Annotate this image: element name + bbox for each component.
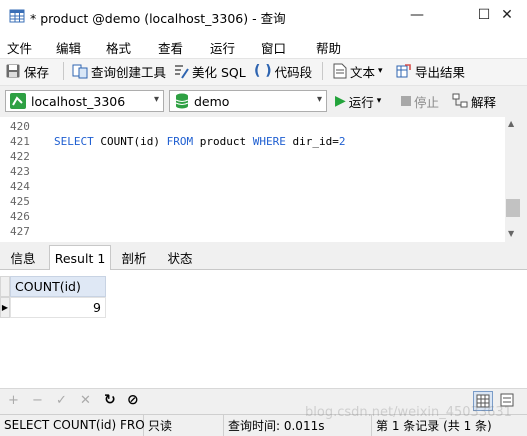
grid-view-icon [476,394,490,408]
stop-label: 停止 [414,94,440,110]
tab-info[interactable]: 信息 [2,245,44,270]
column-header-count-id[interactable]: COUNT(id) [10,276,106,297]
beautify-sql-label: 美化 SQL [192,64,246,80]
grid-view-button[interactable] [473,391,493,411]
document-icon [333,63,347,79]
code-snippet-icon: ( ) [254,63,272,79]
tab-result-1[interactable]: Result 1 [49,245,111,271]
chevron-down-icon: ▾ [316,94,322,105]
sql-number: 2 [338,135,346,148]
menu-edit[interactable]: 编辑 [56,38,81,57]
explain-icon [452,93,468,108]
editor-scrollbar[interactable]: ▲ ▼ [505,117,521,242]
close-button[interactable]: ✕ [487,0,527,30]
text-mode-label: 文本 [350,64,376,80]
sql-text: COUNT(id) [93,135,167,148]
connection-icon [10,93,26,109]
run-label: 运行 [348,94,374,110]
refresh-icon[interactable]: ↻ [104,392,116,408]
explain-button[interactable]: 解释 [452,90,496,112]
menu-window[interactable]: 窗口 [261,38,286,57]
line-number: 422 [10,150,30,163]
line-number: 421 [10,135,30,148]
line-number: 427 [10,225,30,238]
current-row-indicator-icon: ▶ [0,297,10,318]
server-select[interactable]: localhost_3306 ▾ [5,90,164,112]
database-icon [175,93,189,109]
save-button[interactable]: 保存 [5,60,49,82]
status-sql-text: SELECT COUNT(id) FRO [0,414,145,436]
menu-help[interactable]: 帮助 [316,38,341,57]
save-icon [6,64,20,78]
form-view-button[interactable] [498,391,518,411]
discard-changes-icon[interactable]: ✕ [80,393,91,408]
scroll-up-icon[interactable]: ▲ [508,119,514,128]
stop-button[interactable]: 停止 [401,90,439,112]
row-header-corner [0,276,10,297]
database-select-value: demo [194,93,230,109]
query-builder-button[interactable]: 查询创建工具 [72,60,166,82]
add-record-icon[interactable]: + [8,393,19,408]
tab-status[interactable]: 状态 [157,245,203,270]
sql-text: product [193,135,253,148]
sql-text: dir_id= [285,135,339,148]
line-number: 425 [10,195,30,208]
toolbar-separator [322,62,323,80]
text-mode-button[interactable]: 文本 ▾ [333,60,383,82]
query-builder-icon [72,64,88,79]
play-icon: ▶ [335,93,346,109]
explain-label: 解释 [471,94,497,110]
chevron-down-icon: ▾ [153,94,159,105]
toolbar-separator [63,62,64,80]
export-results-button[interactable]: 导出结果 [396,60,465,82]
sql-keyword: WHERE [252,135,286,148]
code-snippet-button[interactable]: ( ) 代码段 [254,60,312,82]
stop-icon[interactable]: ⊘ [127,392,139,408]
sql-code-line[interactable]: SELECT COUNT(id) FROM product WHERE dir_… [54,135,345,148]
run-button[interactable]: ▶ 运行 ▾ [335,90,381,112]
chevron-down-icon: ▾ [376,96,382,106]
export-icon [396,64,411,78]
save-label: 保存 [24,64,50,80]
menu-file[interactable]: 文件 [7,38,32,57]
status-record-count: 第 1 条记录 (共 1 条) [376,418,492,433]
query-table-icon [9,9,25,23]
minimize-icon: — [410,7,424,23]
sql-keyword: SELECT [54,135,94,148]
beautify-icon [175,65,189,79]
menu-run[interactable]: 运行 [210,38,235,57]
export-results-label: 导出结果 [415,64,466,80]
code-snippet-label: 代码段 [274,64,313,80]
query-builder-label: 查询创建工具 [91,64,167,80]
stop-icon [401,96,411,106]
menu-view[interactable]: 查看 [158,38,183,57]
database-select[interactable]: demo ▾ [169,90,327,112]
table-cell[interactable]: 9 [10,297,106,318]
delete-record-icon[interactable]: − [32,393,43,408]
minimize-button[interactable]: — [395,0,439,30]
chevron-down-icon: ▾ [378,66,383,76]
tab-profile[interactable]: 剖析 [111,245,157,270]
menu-format[interactable]: 格式 [106,38,131,57]
apply-changes-icon[interactable]: ✓ [56,393,67,408]
sql-keyword: FROM [166,135,194,148]
beautify-sql-button[interactable]: 美化 SQL [173,60,246,82]
line-number: 424 [10,180,30,193]
line-number: 426 [10,210,30,223]
server-select-value: localhost_3306 [31,93,126,109]
line-number: 423 [10,165,30,178]
window-title: * product @demo (localhost_3306) - 查询 [30,11,286,26]
scroll-down-icon[interactable]: ▼ [508,229,514,238]
status-readonly: 只读 [144,414,224,436]
close-icon: ✕ [501,7,513,23]
status-query-time: 查询时间: 0.011s [224,414,372,436]
scrollbar-thumb[interactable] [506,199,520,217]
form-view-icon [500,393,514,407]
line-number: 420 [10,120,30,133]
